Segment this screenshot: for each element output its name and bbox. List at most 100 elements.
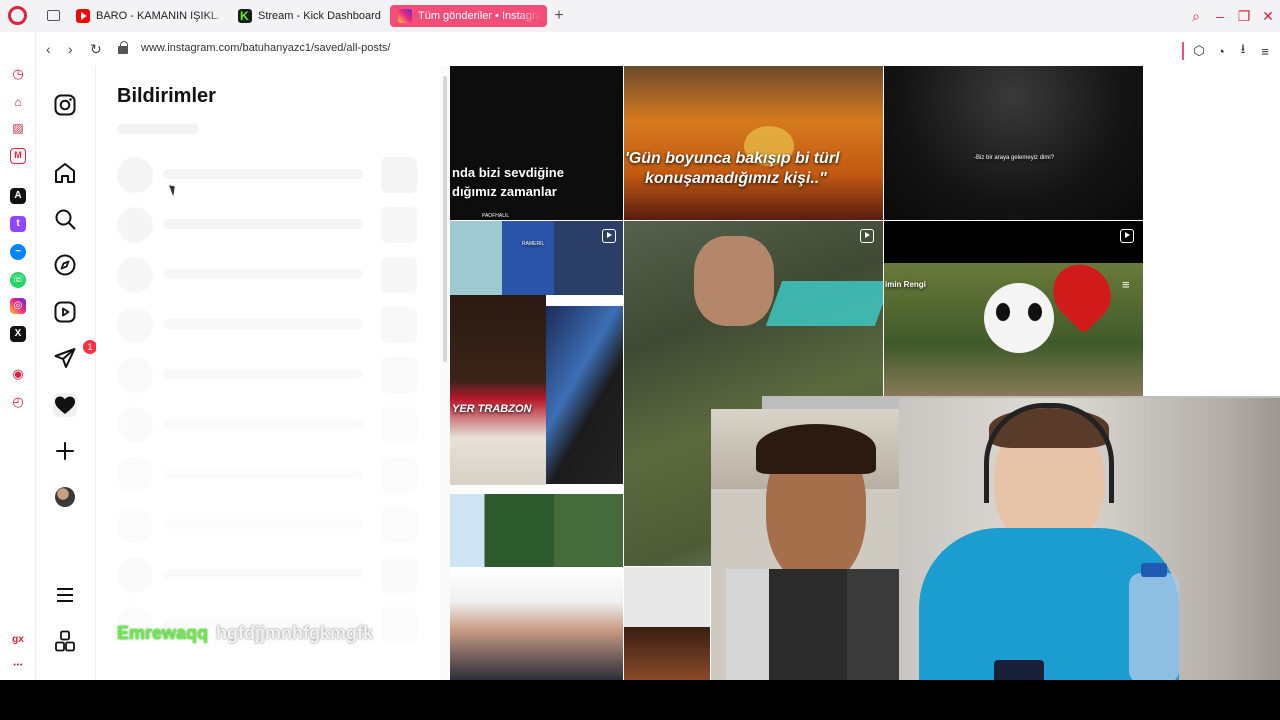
loading-placeholder — [117, 124, 199, 134]
scrollbar-thumb[interactable] — [443, 76, 447, 362]
more-icon[interactable]: ⋯ — [10, 658, 26, 674]
bottom-letterbox — [0, 680, 1280, 720]
notifications-panel: Bildirimler — [96, 66, 450, 680]
webcam-overlay — [899, 398, 1280, 687]
loading-row — [117, 407, 419, 443]
loading-row — [117, 457, 419, 493]
address-bar-actions: ⬡ ◔ ⭳ ≡ — [1182, 40, 1272, 62]
post-caption: -Biz bir araya gelemeyiz dimi? — [974, 155, 1055, 161]
post-jersey-text: RAMERIL — [522, 241, 545, 247]
saved-post[interactable]: RAMERIL — [450, 221, 623, 295]
address-bar: ‹ › ↻ www.instagram.com/batuhanyazc1/sav… — [36, 32, 1280, 66]
saved-post[interactable]: nda bizi sevdiğine dığımız zamanlar PAOF… — [450, 66, 623, 220]
profile-icon[interactable]: ◔ — [1214, 44, 1228, 59]
loading-row — [117, 157, 419, 193]
kick-icon — [238, 9, 252, 23]
search-icon[interactable] — [53, 207, 77, 231]
messages-icon[interactable]: 1 — [53, 340, 97, 370]
instagram-nav: 1 — [36, 66, 97, 680]
lock-icon — [118, 41, 128, 54]
new-tab-button[interactable]: + — [551, 8, 567, 24]
stream-video-overlay — [711, 409, 899, 687]
post-caption: imin Rengi — [885, 280, 926, 289]
opera-logo-icon[interactable] — [8, 6, 27, 25]
aria-icon[interactable]: ⌂ — [10, 94, 26, 110]
reels-icon[interactable] — [53, 300, 77, 324]
loading-row — [117, 207, 419, 243]
reload-button[interactable]: ↻ — [90, 41, 102, 58]
saved-post[interactable] — [546, 306, 623, 484]
messages-badge: 1 — [83, 340, 97, 354]
url-field[interactable]: www.instagram.com/batuhanyazc1/saved/all… — [141, 42, 390, 54]
saved-post[interactable]: YER TRABZON — [450, 295, 546, 485]
post-banner-text: YER TRABZON — [452, 403, 532, 415]
chat-text: hgfdjjmnhfgkmgfk — [216, 623, 374, 643]
player-icon[interactable]: ◉ — [10, 366, 26, 382]
tab-label: BARO - KAMANIN IŞIKLAR — [96, 10, 218, 22]
home-icon[interactable] — [53, 161, 77, 185]
chat-username: Emrewaqq — [117, 623, 209, 643]
back-button[interactable]: ‹ — [46, 41, 51, 57]
more-menu-icon[interactable] — [53, 583, 77, 607]
stream-chat-message: Emrewaqq hgfdjjmnhfgkmgfk — [117, 623, 373, 644]
tab-label: Tüm gönderiler • Instagra — [418, 10, 542, 22]
whatsapp-icon[interactable]: ☏ — [10, 272, 26, 288]
divider — [1182, 42, 1184, 60]
restore-button[interactable]: ❐ — [1232, 8, 1256, 25]
search-icon[interactable]: ⌕ — [1184, 8, 1208, 25]
messenger-icon[interactable]: ~ — [10, 244, 26, 260]
profile-avatar[interactable] — [55, 487, 75, 507]
notifications-title: Bildirimler — [117, 85, 216, 107]
tab-label: Stream - Kick Dashboard — [258, 10, 381, 22]
forward-button[interactable]: › — [68, 41, 73, 57]
tab-switcher-icon[interactable] — [47, 10, 60, 21]
explore-icon[interactable] — [53, 253, 77, 277]
post-caption: dığımız zamanlar — [452, 184, 557, 199]
instagram-sidebar-icon[interactable]: ◎ — [10, 298, 26, 314]
close-button[interactable]: ✕ — [1256, 8, 1280, 25]
tab-youtube[interactable]: BARO - KAMANIN IŞIKLAR — [76, 5, 218, 27]
menu-lines-icon: ≡ — [1122, 277, 1130, 292]
instagram-icon — [398, 9, 412, 23]
post-caption: 'Gün boyunca bakışıp bi türl — [625, 150, 840, 167]
mail-icon[interactable]: M — [10, 148, 26, 164]
browser-tab-bar: BARO - KAMANIN IŞIKLAR Stream - Kick Das… — [0, 0, 1280, 32]
video-icon — [602, 229, 616, 243]
saved-post[interactable] — [624, 627, 710, 680]
saved-post[interactable] — [450, 568, 623, 680]
aria-ai-icon[interactable]: A — [10, 188, 26, 204]
video-icon — [860, 229, 874, 243]
clock-icon[interactable]: ◴ — [10, 394, 26, 410]
instagram-logo-icon[interactable] — [53, 93, 77, 117]
also-from-meta-icon[interactable] — [53, 629, 77, 653]
saved-post[interactable] — [450, 494, 623, 567]
extensions-icon[interactable]: ⬡ — [1192, 43, 1206, 59]
video-icon — [1120, 229, 1134, 243]
notifications-heart-icon[interactable] — [53, 393, 77, 417]
saved-post[interactable]: imin Rengi ≡ — [884, 221, 1143, 397]
loading-row — [117, 257, 419, 293]
x-twitter-icon[interactable]: X — [10, 326, 26, 342]
opera-sidebar: ◷ ⌂ ▨ M A t ~ ☏ ◎ X ◉ ◴ gx ⋯ — [0, 32, 36, 682]
loading-row — [117, 507, 419, 543]
saved-post[interactable] — [624, 567, 710, 627]
loading-row — [117, 307, 419, 343]
history-icon[interactable]: ◷ — [10, 66, 26, 82]
youtube-icon — [76, 9, 90, 23]
download-icon[interactable]: ⭳ — [1236, 40, 1250, 62]
window-controls: ⌕ – ❐ ✕ — [1184, 0, 1280, 32]
gx-icon[interactable]: gx — [10, 632, 26, 648]
post-caption: nda bizi sevdiğine — [452, 165, 564, 180]
post-caption: konuşamadığımız kişi.." — [645, 170, 827, 187]
twitch-icon[interactable]: t — [10, 216, 26, 232]
create-plus-icon[interactable] — [53, 439, 77, 463]
post-caption-small: PAOFHALIL — [482, 213, 510, 219]
tab-instagram[interactable]: Tüm gönderiler • Instagra — [390, 5, 547, 27]
saved-post[interactable]: 'Gün boyunca bakışıp bi türl konuşamadığ… — [624, 66, 883, 220]
menu-icon[interactable]: ≡ — [1258, 44, 1272, 59]
tab-kick[interactable]: Stream - Kick Dashboard — [238, 5, 383, 27]
loading-row — [117, 557, 419, 593]
minimize-button[interactable]: – — [1208, 8, 1232, 24]
pinboard-icon[interactable]: ▨ — [10, 120, 26, 136]
saved-post[interactable]: -Biz bir araya gelemeyiz dimi? — [884, 66, 1143, 220]
